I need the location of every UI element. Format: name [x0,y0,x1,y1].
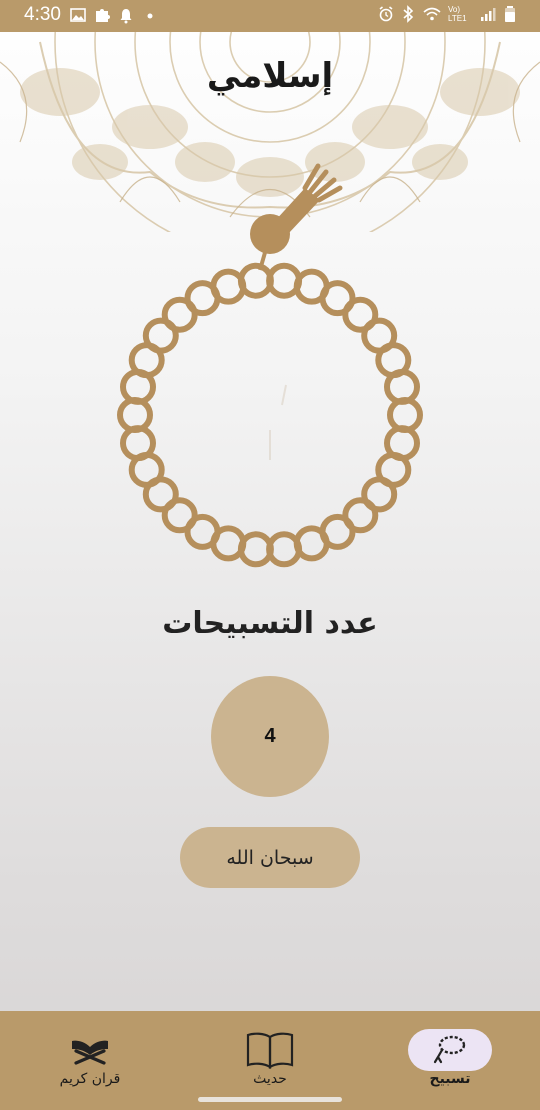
book-icon [246,1032,294,1069]
nav-label-quran: قران كريم [59,1071,121,1087]
dot-icon [147,13,153,19]
alarm-icon [379,6,393,22]
home-indicator[interactable] [198,1097,342,1102]
notification-bell-icon [120,9,132,24]
dhikr-label: سبحان الله [226,846,314,869]
tasbih-icon [433,1035,466,1064]
bluetooth-icon [403,5,414,23]
status-bar: 4:30 Vo) LTE1 [0,0,540,32]
gallery-icon [70,8,86,22]
signal-icon [481,8,496,21]
status-time: 4:30 [24,4,61,25]
battery-icon [505,6,515,22]
dhikr-button[interactable]: سبحان الله [180,827,360,888]
tasbih-count-value: 4 [264,725,276,747]
wifi-icon [423,7,441,21]
bottom-nav: تسبيح حديث قران كريم [0,1011,540,1110]
tasbih-count-label: عدد التسبيحات [162,606,378,641]
nav-label-tasbih: تسبيح [429,1071,471,1087]
puzzle-icon [96,9,110,22]
status-left-icons [70,6,158,24]
nav-item-quran[interactable]: قران كريم [30,1011,150,1101]
network-label: Vo) LTE1 [448,5,467,23]
nav-item-hadith[interactable]: حديث [210,1011,330,1101]
app-title: إسلامي [206,56,334,96]
nav-item-tasbih[interactable]: تسبيح [390,1011,510,1101]
tasbih-counter: 4 [211,676,329,797]
nav-label-hadith: حديث [253,1071,287,1087]
status-right-icons: Vo) LTE1 [378,5,518,23]
tasbih-beads-button[interactable] [110,160,430,570]
quran-stand-icon [72,1040,108,1065]
